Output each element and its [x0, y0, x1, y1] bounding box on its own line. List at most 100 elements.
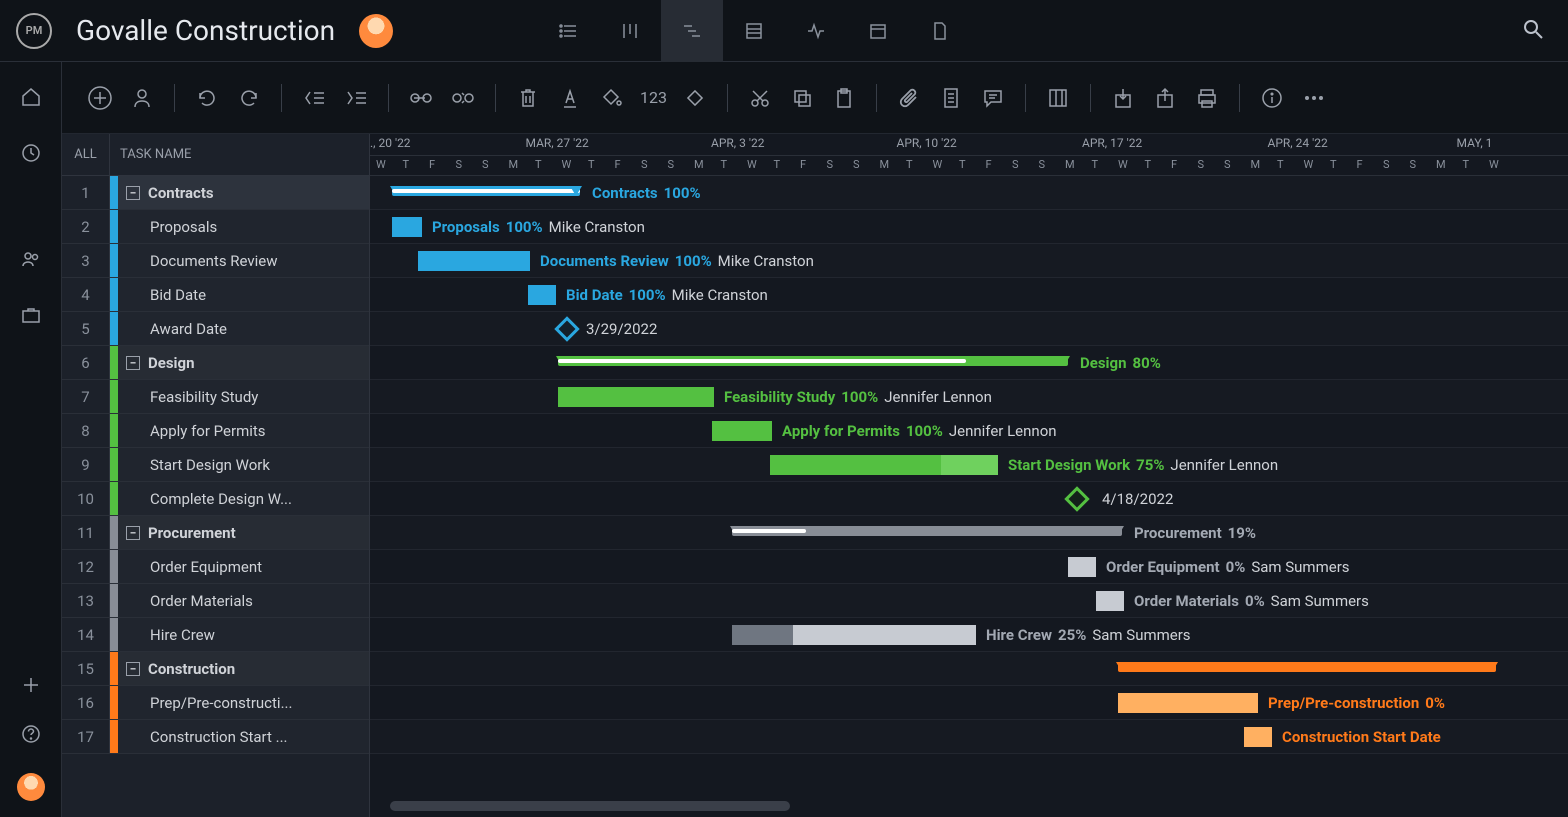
gantt-row[interactable]: Order Equipment 0% Sam Summers: [370, 550, 1568, 584]
view-files-icon[interactable]: [909, 0, 971, 62]
task-name-cell[interactable]: Apply for Permits: [118, 414, 369, 447]
task-bar[interactable]: [1096, 591, 1124, 611]
gantt-row[interactable]: 4/18/2022: [370, 482, 1568, 516]
undo-icon[interactable]: [193, 84, 221, 112]
gantt-row[interactable]: Feasibility Study 100% Jennifer Lennon: [370, 380, 1568, 414]
summary-bar[interactable]: [392, 186, 580, 196]
view-gantt-icon[interactable]: [661, 0, 723, 62]
link-icon[interactable]: [407, 84, 435, 112]
print-icon[interactable]: [1193, 84, 1221, 112]
gantt-row[interactable]: Prep/Pre-construction 0%: [370, 686, 1568, 720]
task-row[interactable]: 1−Contracts: [62, 176, 369, 210]
gantt-row[interactable]: Bid Date 100% Mike Cranston: [370, 278, 1568, 312]
milestone-marker[interactable]: [554, 316, 579, 341]
task-row[interactable]: 10Complete Design W...: [62, 482, 369, 516]
summary-bar[interactable]: [732, 526, 1122, 536]
task-row[interactable]: 2Proposals: [62, 210, 369, 244]
task-row[interactable]: 8Apply for Permits: [62, 414, 369, 448]
help-icon[interactable]: [20, 723, 42, 749]
attachment-icon[interactable]: [895, 84, 923, 112]
redo-icon[interactable]: [235, 84, 263, 112]
task-row[interactable]: 17Construction Start ...: [62, 720, 369, 754]
column-header-all[interactable]: ALL: [62, 134, 110, 175]
task-name-cell[interactable]: Prep/Pre-constructi...: [118, 686, 369, 719]
view-sheet-icon[interactable]: [723, 0, 785, 62]
task-name-cell[interactable]: Order Materials: [118, 584, 369, 617]
app-logo[interactable]: PM: [16, 13, 52, 49]
search-icon[interactable]: [1514, 10, 1552, 52]
gantt-row[interactable]: Procurement 19%: [370, 516, 1568, 550]
task-bar[interactable]: [418, 251, 530, 271]
gantt-row[interactable]: Contracts 100%: [370, 176, 1568, 210]
add-icon[interactable]: [21, 675, 41, 699]
unlink-icon[interactable]: [449, 84, 477, 112]
task-row[interactable]: 9Start Design Work: [62, 448, 369, 482]
task-row[interactable]: 11−Procurement: [62, 516, 369, 550]
task-row[interactable]: 5Award Date: [62, 312, 369, 346]
milestone-marker[interactable]: [1064, 486, 1089, 511]
gantt-timeline[interactable]: ., 20 '22MAR, 27 '22APR, 3 '22APR, 10 '2…: [370, 134, 1568, 817]
task-name-cell[interactable]: Award Date: [118, 312, 369, 345]
task-row[interactable]: 3Documents Review: [62, 244, 369, 278]
import-icon[interactable]: [1109, 84, 1137, 112]
collapse-icon[interactable]: −: [126, 186, 140, 200]
copy-icon[interactable]: [788, 84, 816, 112]
task-name-cell[interactable]: Feasibility Study: [118, 380, 369, 413]
summary-bar[interactable]: [558, 356, 1068, 366]
gantt-row[interactable]: Construction Start Date: [370, 720, 1568, 754]
task-name-cell[interactable]: −Construction: [118, 652, 369, 685]
task-bar[interactable]: [558, 387, 714, 407]
indent-icon[interactable]: [342, 84, 370, 112]
task-bar[interactable]: [770, 455, 998, 475]
paste-icon[interactable]: [830, 84, 858, 112]
gantt-row[interactable]: [370, 652, 1568, 686]
view-board-icon[interactable]: [599, 0, 661, 62]
view-calendar-icon[interactable]: [847, 0, 909, 62]
task-name-cell[interactable]: Bid Date: [118, 278, 369, 311]
task-name-cell[interactable]: Documents Review: [118, 244, 369, 277]
text-color-icon[interactable]: [556, 84, 584, 112]
more-icon[interactable]: [1300, 84, 1328, 112]
task-name-cell[interactable]: Order Equipment: [118, 550, 369, 583]
summary-bar[interactable]: [1118, 662, 1496, 672]
task-name-cell[interactable]: −Design: [118, 346, 369, 379]
fill-color-icon[interactable]: [598, 84, 626, 112]
project-avatar[interactable]: [359, 14, 393, 48]
task-name-cell[interactable]: Proposals: [118, 210, 369, 243]
task-row[interactable]: 12Order Equipment: [62, 550, 369, 584]
task-row[interactable]: 15−Construction: [62, 652, 369, 686]
task-name-cell[interactable]: −Contracts: [118, 176, 369, 209]
task-bar[interactable]: [732, 625, 976, 645]
column-header-taskname[interactable]: TASK NAME: [110, 134, 369, 175]
task-name-cell[interactable]: −Procurement: [118, 516, 369, 549]
task-row[interactable]: 4Bid Date: [62, 278, 369, 312]
gantt-row[interactable]: Proposals 100% Mike Cranston: [370, 210, 1568, 244]
task-name-cell[interactable]: Construction Start ...: [118, 720, 369, 753]
delete-icon[interactable]: [514, 84, 542, 112]
info-icon[interactable]: [1258, 84, 1286, 112]
collapse-icon[interactable]: −: [126, 662, 140, 676]
collapse-icon[interactable]: −: [126, 356, 140, 370]
task-row[interactable]: 16Prep/Pre-constructi...: [62, 686, 369, 720]
gantt-row[interactable]: Design 80%: [370, 346, 1568, 380]
comments-icon[interactable]: [979, 84, 1007, 112]
gantt-row[interactable]: Apply for Permits 100% Jennifer Lennon: [370, 414, 1568, 448]
task-name-cell[interactable]: Start Design Work: [118, 448, 369, 481]
recent-icon[interactable]: [20, 142, 42, 168]
assign-icon[interactable]: [128, 84, 156, 112]
export-icon[interactable]: [1151, 84, 1179, 112]
home-icon[interactable]: [20, 86, 42, 112]
columns-icon[interactable]: [1044, 84, 1072, 112]
gantt-row[interactable]: Documents Review 100% Mike Cranston: [370, 244, 1568, 278]
user-avatar[interactable]: [17, 773, 45, 801]
task-bar[interactable]: [1244, 727, 1272, 747]
task-bar[interactable]: [712, 421, 772, 441]
task-row[interactable]: 13Order Materials: [62, 584, 369, 618]
task-row[interactable]: 14Hire Crew: [62, 618, 369, 652]
team-icon[interactable]: [20, 248, 42, 274]
task-bar[interactable]: [392, 217, 422, 237]
progress-icon[interactable]: 123: [640, 88, 667, 107]
notes-icon[interactable]: [937, 84, 965, 112]
gantt-row[interactable]: 3/29/2022: [370, 312, 1568, 346]
task-bar[interactable]: [1068, 557, 1096, 577]
